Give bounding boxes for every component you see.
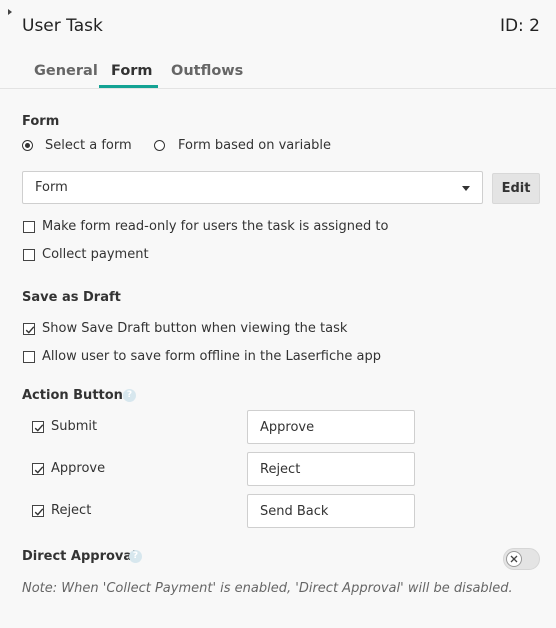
panel-title: User Task [22, 16, 103, 36]
reject-checkbox[interactable] [32, 505, 44, 517]
reject-checkbox-label[interactable]: Reject [51, 503, 91, 518]
form-variable-radio[interactable] [154, 140, 165, 151]
direct-approval-heading: Direct Approval [22, 549, 137, 564]
check-icon [34, 508, 44, 516]
tab-bar: General Form Outflows [0, 60, 556, 89]
approve-checkbox-label[interactable]: Approve [51, 461, 105, 476]
approve-checkbox[interactable] [32, 463, 44, 475]
form-select-dropdown[interactable]: Form [22, 171, 483, 204]
direct-approval-toggle[interactable] [503, 548, 540, 570]
offline-checkbox-label[interactable]: Allow user to save form offline in the L… [42, 349, 381, 364]
reject-label-input[interactable]: Send Back [247, 494, 415, 528]
tab-general[interactable]: General [34, 63, 98, 79]
collect-payment-checkbox-label[interactable]: Collect payment [42, 247, 149, 262]
offline-checkbox[interactable] [23, 351, 35, 363]
submit-checkbox[interactable] [32, 421, 44, 433]
form-variable-radio-label[interactable]: Form based on variable [178, 138, 331, 153]
collapse-caret-icon[interactable] [8, 9, 12, 15]
edit-form-button[interactable]: Edit [492, 173, 540, 204]
select-form-radio[interactable] [22, 140, 33, 151]
check-icon [25, 326, 35, 334]
show-draft-checkbox[interactable] [23, 323, 35, 335]
select-form-radio-label[interactable]: Select a form [45, 138, 132, 153]
approve-label-input[interactable]: Reject [247, 452, 415, 486]
readonly-checkbox-label[interactable]: Make form read-only for users the task i… [42, 219, 388, 234]
show-draft-checkbox-label[interactable]: Show Save Draft button when viewing the … [42, 321, 347, 336]
check-icon [34, 466, 44, 474]
collect-payment-checkbox[interactable] [23, 249, 35, 261]
submit-label-input[interactable]: Approve [247, 410, 415, 444]
help-icon[interactable]: ? [123, 389, 136, 402]
toggle-knob [506, 551, 522, 567]
tab-form[interactable]: Form [111, 63, 153, 79]
task-id-label: ID: 2 [499, 16, 540, 36]
direct-approval-note: Note: When 'Collect Payment' is enabled,… [22, 581, 513, 596]
form-section-heading: Form [22, 114, 60, 129]
form-select-value: Form [35, 180, 68, 195]
close-icon [510, 555, 518, 563]
tab-outflows[interactable]: Outflows [171, 63, 243, 79]
action-buttons-heading: Action Buttons [22, 388, 131, 403]
chevron-down-icon [462, 186, 470, 191]
reject-label-value: Send Back [260, 504, 329, 519]
submit-label-value: Approve [260, 420, 315, 435]
submit-checkbox-label[interactable]: Submit [51, 419, 97, 434]
draft-section-heading: Save as Draft [22, 290, 121, 305]
active-tab-indicator [99, 85, 158, 88]
help-icon[interactable]: ? [129, 550, 142, 563]
readonly-checkbox[interactable] [23, 221, 35, 233]
approve-label-value: Reject [260, 462, 301, 477]
check-icon [34, 424, 44, 432]
